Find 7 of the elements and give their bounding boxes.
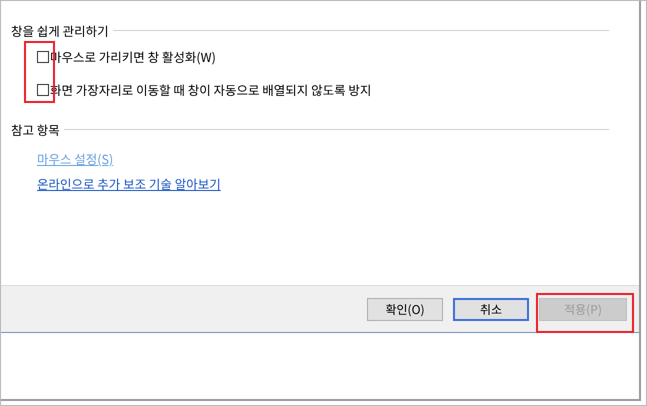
checkbox[interactable] [37,50,49,62]
section-heading: 참고 항목 [11,120,60,139]
dialog-button[interactable]: 확인(O) [367,298,443,320]
link[interactable]: 온라인으로 추가 보조 기술 알아보기 [37,174,221,193]
checkbox[interactable] [37,84,49,96]
dialog-button[interactable]: 취소 [453,298,529,320]
section-heading: 창을 쉽게 관리하기 [11,21,109,40]
